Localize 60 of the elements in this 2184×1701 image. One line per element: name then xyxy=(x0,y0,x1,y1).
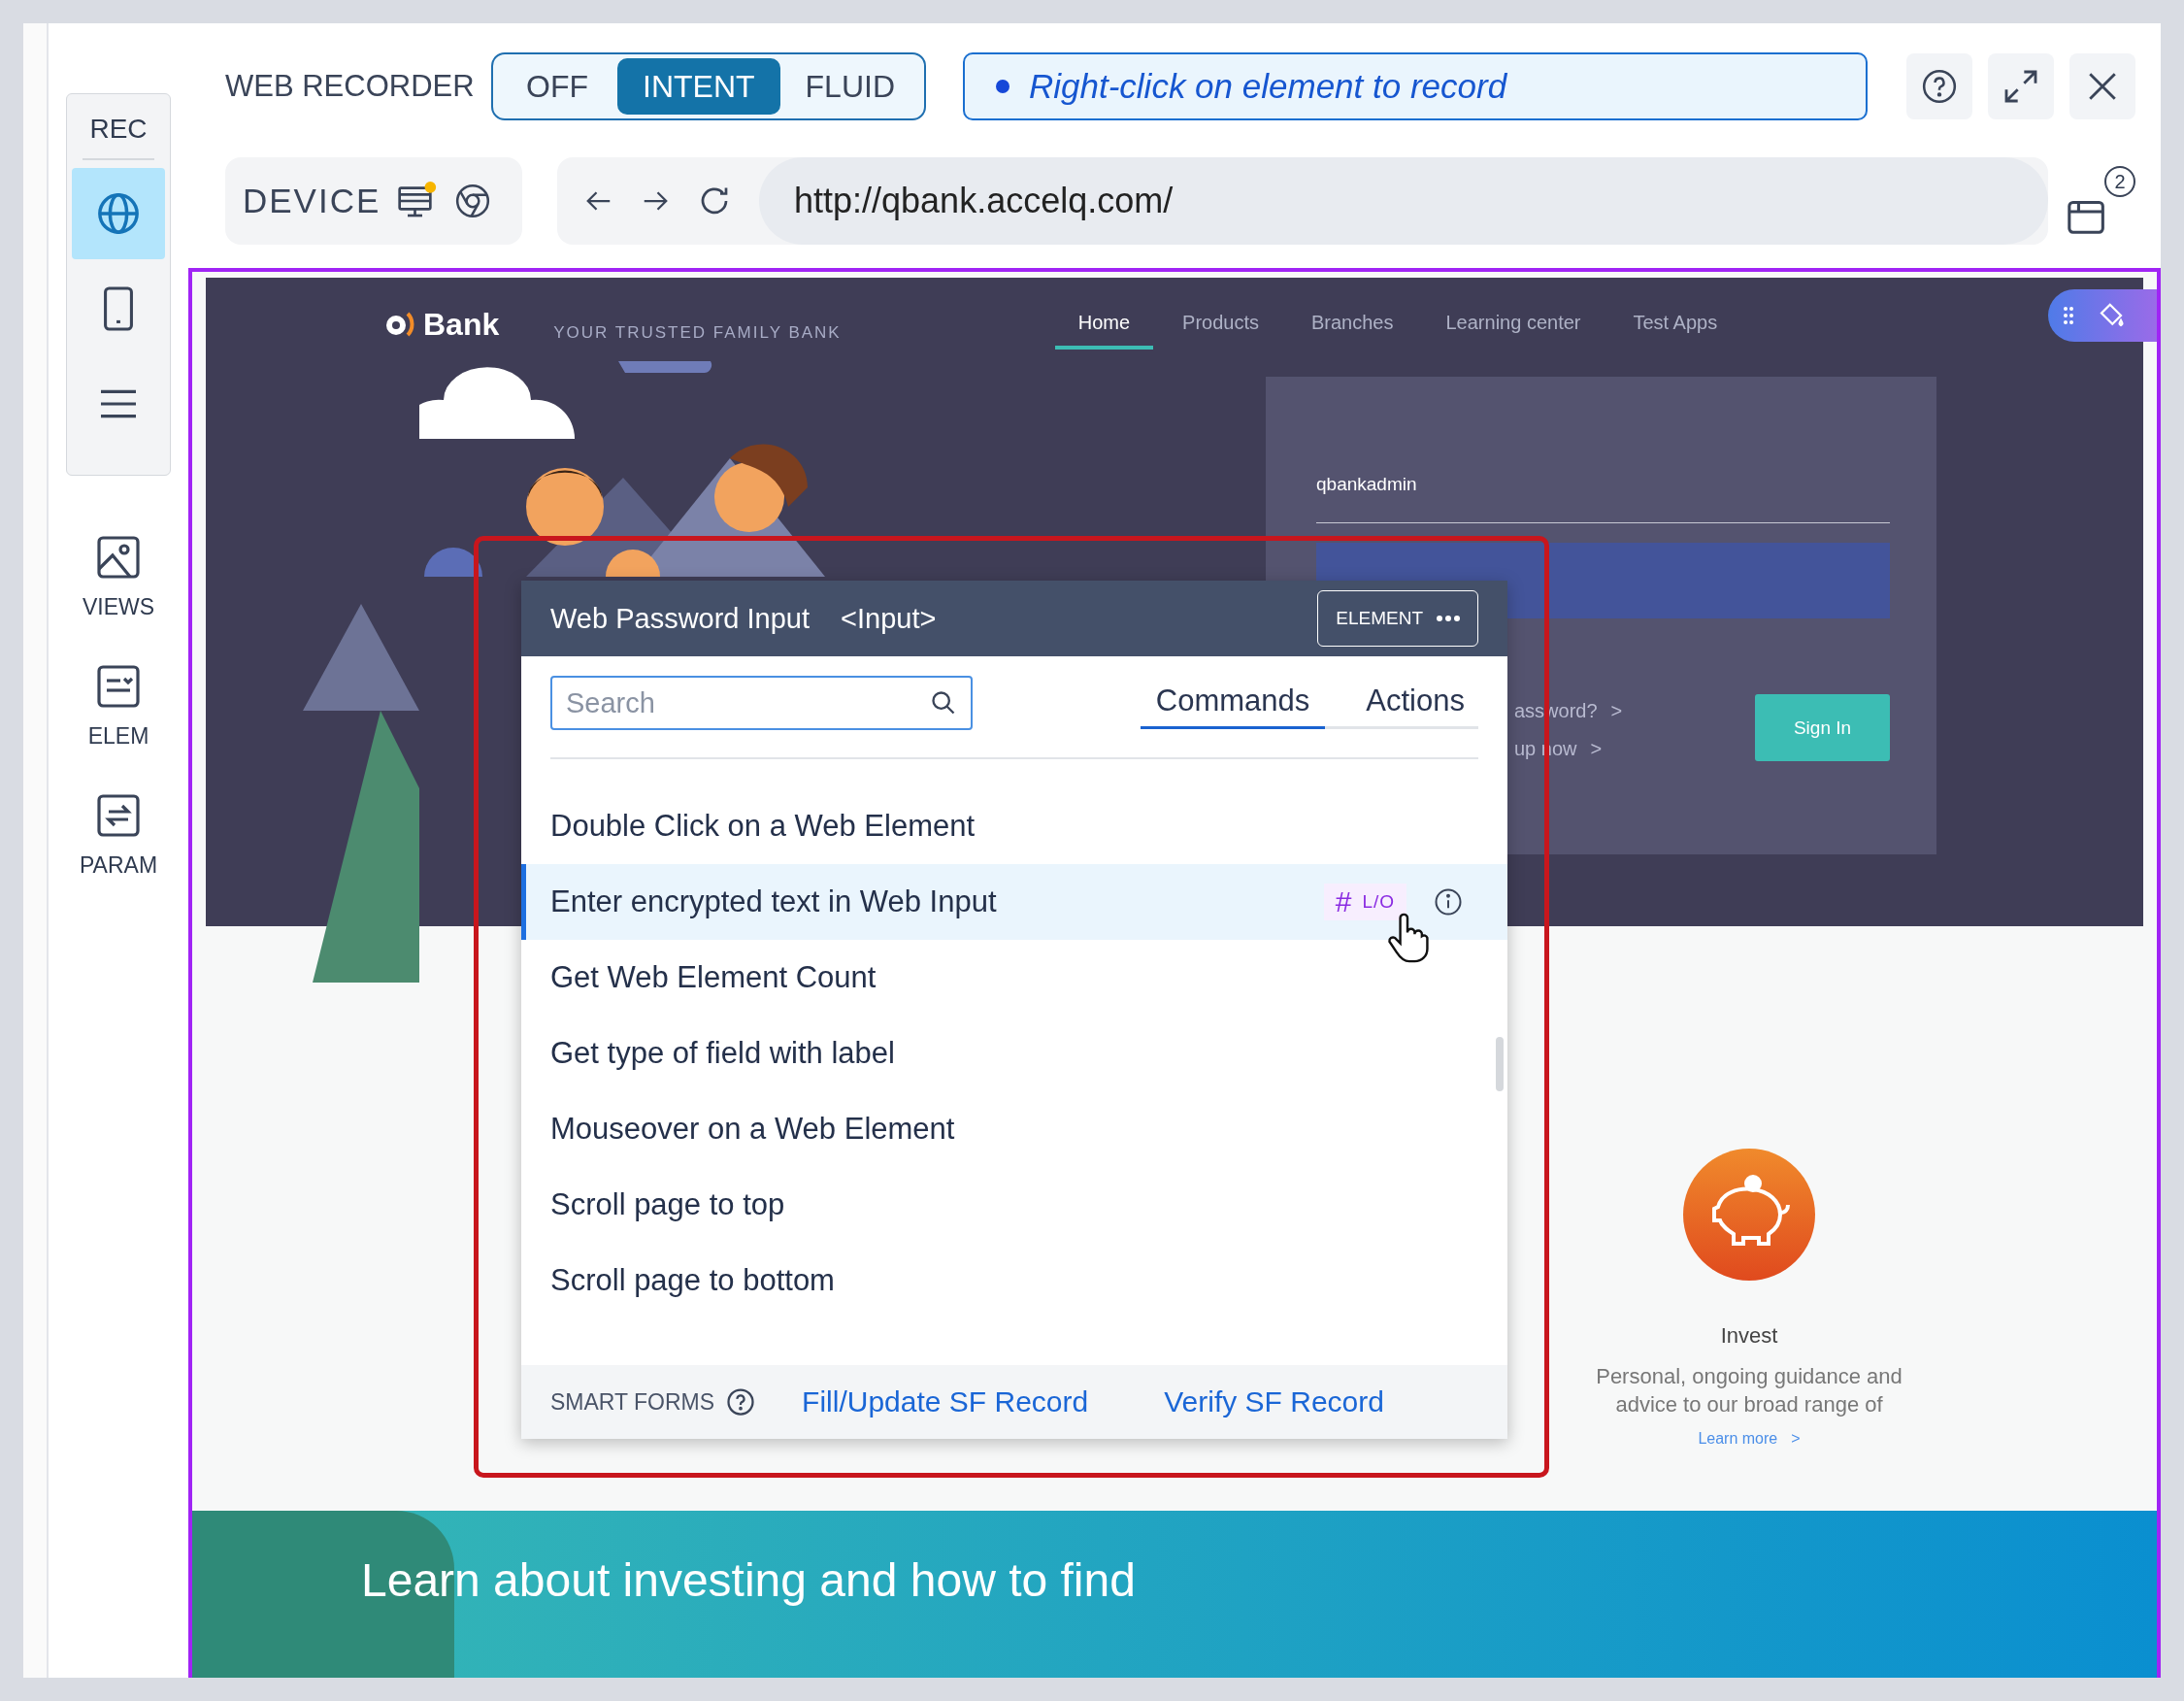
io-tag: # L/O xyxy=(1323,884,1406,920)
command-item[interactable]: Scroll page to bottom xyxy=(521,1243,1507,1318)
tabs-button[interactable]: 2 xyxy=(2066,166,2135,236)
form-icon xyxy=(95,663,142,710)
invest-title: Invest xyxy=(1720,1323,1778,1349)
drag-handle-icon[interactable] xyxy=(2062,304,2075,327)
mode-option[interactable]: INTENT xyxy=(617,58,780,115)
command-item[interactable]: Get type of field with label xyxy=(521,1016,1507,1091)
piggy-bank-icon xyxy=(1683,1149,1815,1281)
smart-form-link[interactable]: Verify SF Record xyxy=(1164,1385,1384,1418)
url-field[interactable]: http://qbank.accelq.com/ xyxy=(759,157,2048,245)
help-icon[interactable] xyxy=(726,1387,756,1417)
nav-link[interactable]: Products xyxy=(1159,299,1282,350)
mode-option[interactable]: OFF xyxy=(497,58,617,115)
device-label: DEVICE xyxy=(243,182,381,220)
globe-mode-button[interactable] xyxy=(72,168,165,259)
close-icon xyxy=(2086,70,2119,103)
tab[interactable]: Actions xyxy=(1325,677,1478,729)
element-type-button[interactable]: ELEMENT xyxy=(1317,590,1478,647)
nav-link[interactable]: Branches xyxy=(1288,299,1417,350)
mode-option[interactable]: FLUID xyxy=(779,58,920,115)
close-button[interactable] xyxy=(2069,53,2135,119)
element-name: Web Password Input xyxy=(550,602,811,635)
expand-button[interactable] xyxy=(1988,53,2054,119)
tagline: YOUR TRUSTED FAMILY BANK xyxy=(553,323,842,343)
command-item[interactable]: Get Web Element Count xyxy=(521,940,1507,1016)
browser-icon[interactable] xyxy=(454,183,492,219)
dot-icon xyxy=(996,80,1009,93)
image-tool-button[interactable]: VIEWS xyxy=(82,534,155,620)
smart-form-link[interactable]: Fill/Update SF Record xyxy=(802,1385,1089,1418)
brand-logo[interactable]: Bank xyxy=(384,306,500,343)
banner-heading: Learn about investing and how to find xyxy=(361,1553,1136,1607)
hint-text: Right-click on element to record xyxy=(1029,67,1507,106)
help-button[interactable] xyxy=(1906,53,1972,119)
invest-description: Personal, ongoing guidance and advice to our broad range of xyxy=(1595,1363,1903,1418)
element-tool-button[interactable]: ELEM xyxy=(87,663,149,750)
command-item[interactable]: Double Click on a Web Element xyxy=(521,788,1507,864)
rec-label: REC xyxy=(83,100,154,160)
smart-forms-label: SMART FORMS xyxy=(550,1388,715,1416)
command-item[interactable]: Scroll page to top xyxy=(521,1167,1507,1243)
hand-pointer-icon xyxy=(1385,913,1430,963)
scrollbar[interactable] xyxy=(1496,1037,1504,1091)
swap-arrows-icon xyxy=(95,792,142,839)
image-icon xyxy=(95,534,142,581)
command-item[interactable]: Mouseover on a Web Element xyxy=(521,1091,1507,1167)
search-icon xyxy=(930,689,957,717)
count-badge: 2 xyxy=(2104,166,2135,197)
more-icon xyxy=(1437,616,1460,621)
username-field[interactable]: qbankadmin xyxy=(1316,474,1890,523)
help-icon xyxy=(1921,68,1958,105)
info-icon[interactable] xyxy=(1434,887,1463,917)
param-tool-button[interactable]: PARAM xyxy=(79,792,158,879)
search-field[interactable]: Search xyxy=(550,676,973,730)
nav-link[interactable]: Home xyxy=(1054,299,1154,350)
element-tag: <Input> xyxy=(841,602,937,635)
recorder-title: WEB RECORDER xyxy=(225,69,476,104)
tab[interactable]: Commands xyxy=(1140,677,1326,729)
nav-link[interactable]: Test Apps xyxy=(1609,299,1741,350)
nav-link[interactable]: Learning center xyxy=(1422,299,1605,350)
globe-icon xyxy=(96,191,141,236)
